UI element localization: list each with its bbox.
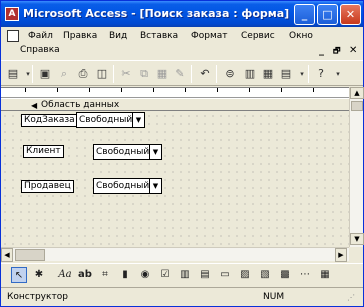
autoformat-icon[interactable]: ▦ bbox=[260, 66, 276, 82]
copy-icon[interactable]: ⧉ bbox=[136, 66, 152, 82]
toolbar-separator bbox=[308, 65, 309, 83]
access-window: A Microsoft Access - [Поиск заказа : фор… bbox=[0, 0, 364, 307]
properties-icon[interactable]: ▤ bbox=[278, 66, 294, 82]
menu-bar: Файл Правка Вид Вставка Формат Сервис Ок… bbox=[1, 27, 363, 59]
label-client[interactable]: Клиент bbox=[23, 145, 64, 158]
combo-client[interactable]: Свободный ▼ bbox=[93, 144, 162, 160]
toolbar-separator bbox=[216, 65, 217, 83]
command-button-icon[interactable]: ▭ bbox=[217, 267, 233, 283]
mdi-restore-button[interactable]: 🗗 bbox=[333, 45, 341, 59]
toolbar-separator bbox=[113, 65, 114, 83]
scroll-left-icon[interactable]: ◀ bbox=[1, 248, 13, 262]
option-button-icon[interactable]: ◉ bbox=[137, 267, 153, 283]
title-bar[interactable]: A Microsoft Access - [Поиск заказа : фор… bbox=[1, 1, 363, 27]
resize-grip-icon[interactable]: ⋰ bbox=[347, 293, 355, 302]
bound-object-icon[interactable]: ▩ bbox=[277, 267, 293, 283]
detail-section-header[interactable]: ◀ Область данных bbox=[1, 98, 349, 111]
section-label: Область данных bbox=[41, 100, 120, 110]
label-icon[interactable]: Aa bbox=[57, 267, 73, 283]
menu-tools[interactable]: Сервис bbox=[241, 31, 275, 41]
section-arrow-icon: ◀ bbox=[31, 101, 38, 110]
detail-section-grid[interactable]: КодЗаказа Свободный ▼ Клиент Свободный ▼… bbox=[1, 112, 349, 248]
view-dropdown-icon[interactable]: ▾ bbox=[20, 66, 36, 82]
scroll-down-icon[interactable]: ▼ bbox=[350, 233, 364, 245]
option-group-icon[interactable]: ⌗ bbox=[97, 267, 113, 283]
listbox-icon[interactable]: ▤ bbox=[197, 267, 213, 283]
form-document-icon[interactable] bbox=[7, 30, 19, 42]
textbox-icon[interactable]: ab bbox=[77, 267, 93, 283]
toolbox-bar: ↖ ✱ Aa ab ⌗ ▮ ◉ ☑ ▥ ▤ ▭ ▨ ▧ ▩ ⋯ ▦ bbox=[1, 263, 363, 285]
label-order-id[interactable]: КодЗаказа bbox=[21, 114, 78, 127]
label-seller[interactable]: Продавец bbox=[21, 180, 74, 193]
print-preview-icon[interactable]: ◫ bbox=[94, 66, 110, 82]
save-icon[interactable]: ▣ bbox=[37, 66, 53, 82]
form-design-surface[interactable]: ◀ Область данных КодЗаказа Свободный ▼ К… bbox=[1, 87, 349, 248]
combo-seller-value: Свободный bbox=[96, 181, 150, 191]
menu-insert[interactable]: Вставка bbox=[140, 31, 178, 41]
maximize-button[interactable]: □ bbox=[317, 4, 338, 25]
paste-icon[interactable]: ▦ bbox=[154, 66, 170, 82]
menu-row-2: Справка _ 🗗 ✕ bbox=[1, 45, 363, 58]
combo-order-id-value: Свободный bbox=[79, 115, 133, 125]
menu-window[interactable]: Окно bbox=[289, 31, 313, 41]
horizontal-scroll-thumb[interactable] bbox=[15, 249, 45, 261]
menu-help[interactable]: Справка bbox=[20, 45, 60, 55]
help-dropdown-icon[interactable]: ▾ bbox=[330, 66, 346, 82]
print-icon[interactable]: ⎙ bbox=[75, 66, 91, 82]
tab-control-icon[interactable]: ▦ bbox=[317, 267, 333, 283]
combo-client-value: Свободный bbox=[96, 147, 150, 157]
status-num-indicator: NUM bbox=[263, 292, 285, 302]
toolbar-separator bbox=[191, 65, 192, 83]
view-icon[interactable]: ▤ bbox=[5, 66, 21, 82]
horizontal-scrollbar[interactable]: ◀ ▶ bbox=[1, 247, 349, 262]
form-design-toolbar: ▤ ▾ ▣ ⌕ ⎙ ◫ ✂ ⧉ ▦ ✎ ↶ ⊜ ▥ ▦ ▤ ▾ ? ▾ bbox=[1, 60, 363, 86]
checkbox-icon[interactable]: ☑ bbox=[157, 267, 173, 283]
control-wizards-icon[interactable]: ✱ bbox=[31, 267, 47, 283]
select-objects-icon[interactable]: ↖ bbox=[11, 267, 27, 283]
vertical-scrollbar[interactable]: ▲ ▼ bbox=[349, 87, 364, 247]
mdi-minimize-button[interactable]: _ bbox=[319, 45, 324, 56]
menu-edit[interactable]: Правка bbox=[63, 31, 97, 41]
dropdown-arrow-icon[interactable]: ▼ bbox=[149, 179, 161, 193]
status-bar: Конструктор NUM ⋰ bbox=[1, 287, 363, 306]
field-list-icon[interactable]: ⊜ bbox=[222, 66, 238, 82]
access-app-icon[interactable]: A bbox=[5, 7, 19, 21]
combo-order-id[interactable]: Свободный ▼ bbox=[76, 112, 145, 128]
window-title: Microsoft Access - [Поиск заказа : форма… bbox=[23, 7, 290, 20]
scroll-right-icon[interactable]: ▶ bbox=[335, 248, 347, 262]
search-icon[interactable]: ⌕ bbox=[56, 66, 72, 82]
combo-seller[interactable]: Свободный ▼ bbox=[93, 178, 162, 194]
unbound-object-icon[interactable]: ▧ bbox=[257, 267, 273, 283]
menu-view[interactable]: Вид bbox=[109, 31, 127, 41]
image-icon[interactable]: ▨ bbox=[237, 267, 253, 283]
minimize-button[interactable]: _ bbox=[294, 4, 315, 25]
format-painter-icon[interactable]: ✎ bbox=[172, 66, 188, 82]
toggle-button-icon[interactable]: ▮ bbox=[117, 267, 133, 283]
combobox-icon[interactable]: ▥ bbox=[177, 267, 193, 283]
menu-file[interactable]: Файл bbox=[28, 31, 53, 41]
mdi-close-button[interactable]: ✕ bbox=[349, 45, 357, 56]
help-icon[interactable]: ? bbox=[313, 66, 329, 82]
status-mode: Конструктор bbox=[7, 292, 68, 302]
toolbar-separator bbox=[32, 65, 33, 83]
horizontal-ruler[interactable] bbox=[1, 88, 349, 98]
dropdown-arrow-icon[interactable]: ▼ bbox=[149, 145, 161, 159]
scroll-up-icon[interactable]: ▲ bbox=[350, 87, 364, 99]
undo-icon[interactable]: ↶ bbox=[197, 66, 213, 82]
cut-icon[interactable]: ✂ bbox=[118, 66, 134, 82]
close-button[interactable]: ✕ bbox=[340, 4, 361, 25]
page-break-icon[interactable]: ⋯ bbox=[297, 267, 313, 283]
menu-row: Файл Правка Вид Вставка Формат Сервис Ок… bbox=[1, 29, 363, 44]
vertical-scroll-thumb[interactable] bbox=[351, 101, 363, 111]
menu-format[interactable]: Формат bbox=[191, 31, 228, 41]
toolbox-icon[interactable]: ▥ bbox=[242, 66, 258, 82]
dropdown-arrow-icon[interactable]: ▼ bbox=[132, 113, 144, 127]
